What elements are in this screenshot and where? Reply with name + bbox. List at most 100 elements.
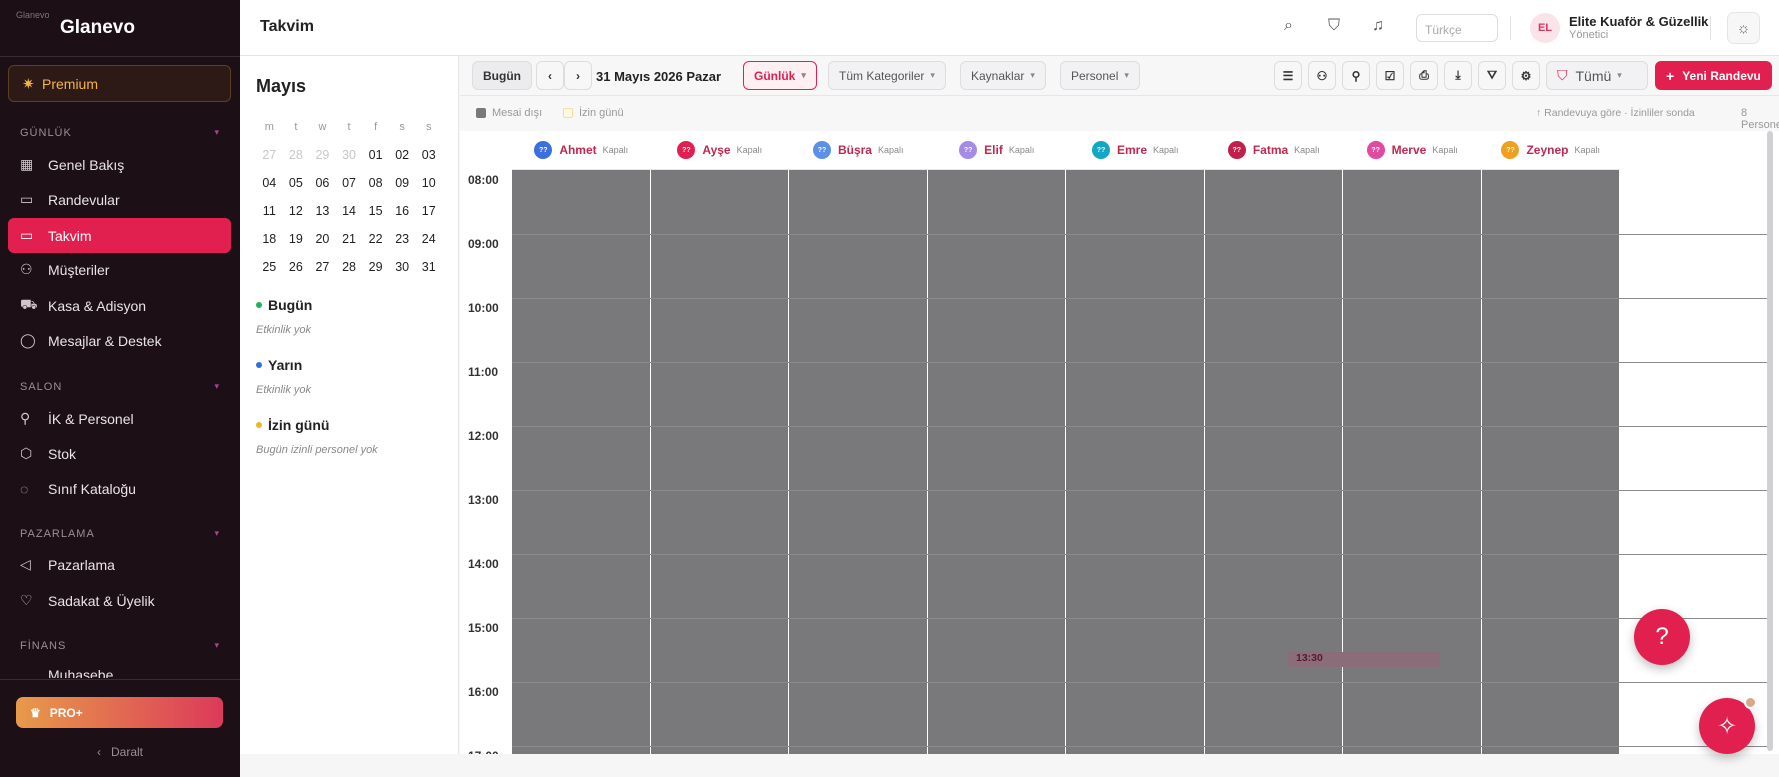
calendar-day[interactable]: 24	[415, 232, 442, 246]
avatar[interactable]: EL	[1530, 13, 1560, 43]
calendar-day[interactable]: 02	[389, 148, 416, 162]
staff-column-header[interactable]: ?? Büşra Kapalı	[789, 131, 928, 170]
calendar-day[interactable]: 16	[389, 204, 416, 218]
calendar-day[interactable]: 23	[389, 232, 416, 246]
staff-column-header[interactable]: ?? Ahmet Kapalı	[512, 131, 651, 170]
staff-column[interactable]	[789, 170, 928, 754]
sidebar-item-sinif-katalogu[interactable]: ◌ Sınıf Kataloğu	[8, 471, 231, 506]
section-gunluk[interactable]: GÜNLÜK ▾	[20, 127, 220, 139]
time-slot-marker[interactable]: 13:30	[1288, 652, 1440, 667]
checklist-icon[interactable]: ☰	[1274, 61, 1302, 90]
staff-column-header[interactable]: ?? Emre Kapalı	[1066, 131, 1205, 170]
calendar-day[interactable]: 13	[309, 204, 336, 218]
calendar-day[interactable]: 21	[336, 232, 363, 246]
new-appointment-button[interactable]: + Yeni Randevu	[1655, 61, 1772, 90]
calendar-day[interactable]: 30	[389, 260, 416, 274]
premium-button[interactable]: ✷ Premium	[8, 65, 231, 102]
calendar-day[interactable]: 09	[389, 176, 416, 190]
plus-icon: +	[1666, 67, 1675, 84]
printer-icon[interactable]: ⎙	[1410, 61, 1438, 90]
sidebar-item-takvim[interactable]: ▭ Takvim	[8, 218, 231, 253]
calendar-day[interactable]: 17	[415, 204, 442, 218]
calendar-day[interactable]: 28	[336, 260, 363, 274]
sidebar-item-musteriler[interactable]: ⚇ Müşteriler	[8, 252, 231, 287]
next-button[interactable]: ›	[564, 61, 592, 90]
today-button[interactable]: Bugün	[472, 61, 532, 90]
staff-column-header[interactable]: ?? Ayşe Kapalı	[650, 131, 789, 170]
calendar-day[interactable]: 10	[415, 176, 442, 190]
brand[interactable]: Glanevo Glanevo	[16, 8, 135, 48]
calendar-day[interactable]: 08	[362, 176, 389, 190]
settings-icon[interactable]: ⚙	[1512, 61, 1540, 90]
resources-select[interactable]: Kaynaklar ▾	[960, 61, 1046, 90]
download-icon[interactable]: ⤓	[1444, 61, 1472, 90]
users-icon[interactable]: ⚇	[1308, 61, 1336, 90]
calendar-day[interactable]: 04	[256, 176, 283, 190]
megaphone-icon: ◁	[20, 556, 31, 572]
collapse-button[interactable]: ‹ Daralt	[0, 745, 240, 759]
calendar-day[interactable]: 06	[309, 176, 336, 190]
sidebar-item-genel-bakis[interactable]: ▦ Genel Bakış	[8, 147, 231, 182]
calendar-day[interactable]: 28	[283, 148, 310, 162]
prev-button[interactable]: ‹	[536, 61, 564, 90]
staff-column[interactable]	[1481, 170, 1620, 754]
section-salon[interactable]: SALON ▾	[20, 381, 220, 393]
staff-column-header[interactable]: ?? Elif Kapalı	[927, 131, 1066, 170]
calendar-day[interactable]: 11	[256, 204, 283, 218]
bell-icon[interactable]: ♫	[1372, 17, 1384, 35]
staff-column[interactable]	[927, 170, 1066, 754]
calendar-day[interactable]: 31	[415, 260, 442, 274]
staff-column-header[interactable]: ?? Zeynep Kapalı	[1481, 131, 1620, 170]
check-square-icon[interactable]: ☑	[1376, 61, 1404, 90]
calendar-day[interactable]: 30	[336, 148, 363, 162]
sidebar-item-pazarlama[interactable]: ◁ Pazarlama	[8, 547, 231, 582]
filter-icon[interactable]: ⛛	[1478, 61, 1506, 90]
staff-column[interactable]	[512, 170, 651, 754]
calendar-day[interactable]: 07	[336, 176, 363, 190]
staff-column[interactable]	[650, 170, 789, 754]
sidebar-item-kasa[interactable]: ⛟ Kasa & Adisyon	[8, 288, 231, 323]
language-select[interactable]: Türkçe	[1416, 14, 1498, 42]
calendar-day[interactable]: 27	[309, 260, 336, 274]
sidebar-item-mesajlar[interactable]: ◯ Mesajlar & Destek	[8, 323, 231, 358]
sidebar-item-sadakat[interactable]: ♡ Sadakat & Üyelik	[8, 583, 231, 618]
view-select[interactable]: Günlük ▾	[743, 61, 817, 90]
calendar-day[interactable]: 25	[256, 260, 283, 274]
shield-icon[interactable]: ⛉	[1328, 17, 1340, 35]
calendar-day[interactable]: 15	[362, 204, 389, 218]
theme-toggle-button[interactable]: ☼	[1727, 12, 1760, 44]
calendar-day[interactable]: 18	[256, 232, 283, 246]
calendar-day[interactable]: 05	[283, 176, 310, 190]
calendar-day[interactable]: 14	[336, 204, 363, 218]
calendar-day[interactable]: 22	[362, 232, 389, 246]
calendar-day[interactable]: 29	[362, 260, 389, 274]
calendar-day[interactable]: 12	[283, 204, 310, 218]
staff-select[interactable]: Personel ▾	[1060, 61, 1140, 90]
search-icon[interactable]: ⌕	[1284, 17, 1293, 35]
section-pazarlama[interactable]: PAZARLAMA ▾	[20, 528, 220, 540]
staff-column-header[interactable]: ?? Fatma Kapalı	[1204, 131, 1343, 170]
ai-assistant-button[interactable]: ✧	[1699, 696, 1757, 754]
sidebar-item-ik-personel[interactable]: ⚲ İK & Personel	[8, 401, 231, 436]
staff-column[interactable]	[1066, 170, 1205, 754]
all-select[interactable]: ⛉ Tümü ▾	[1546, 61, 1648, 90]
staff-column-header[interactable]: ?? Merve Kapalı	[1343, 131, 1482, 170]
section-finans[interactable]: FİNANS ▾	[20, 640, 220, 652]
calendar-day[interactable]: 26	[283, 260, 310, 274]
sidebar-item-muhasebe[interactable]: Muhasebe	[8, 660, 231, 678]
sidebar-item-stok[interactable]: ⬡ Stok	[8, 436, 231, 471]
calendar-day[interactable]: 19	[283, 232, 310, 246]
user-plus-icon[interactable]: ⚲	[1342, 61, 1370, 90]
calendar-day[interactable]: 29	[309, 148, 336, 162]
calendar-day[interactable]: 27	[256, 148, 283, 162]
sidebar-item-label: Takvim	[48, 227, 92, 244]
pro-plus-button[interactable]: ♛ PRO+	[16, 697, 223, 728]
calendar-day[interactable]: 20	[309, 232, 336, 246]
category-select[interactable]: Tüm Kategoriler ▾	[828, 61, 946, 90]
calendar-day[interactable]: 03	[415, 148, 442, 162]
help-button[interactable]: ?	[1634, 609, 1690, 665]
calendar-day[interactable]: 01	[362, 148, 389, 162]
sidebar-item-randevular[interactable]: ▭ Randevular	[8, 182, 231, 217]
sun-icon: ☼	[1736, 19, 1751, 37]
scrollbar[interactable]	[1767, 131, 1773, 751]
